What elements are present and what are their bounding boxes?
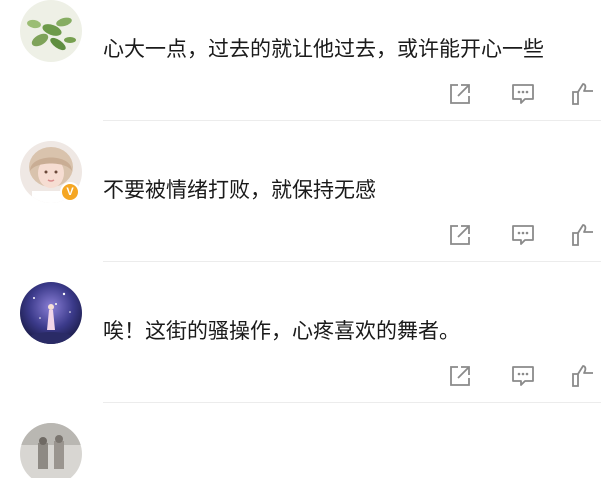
comment-actions [0, 362, 601, 390]
like-button[interactable] [569, 80, 597, 108]
avatar-photo-image [20, 423, 82, 478]
share-icon [450, 225, 470, 245]
comment-item-1: 心大一点，过去的就让他过去，或许能开心一些 [0, 0, 601, 141]
divider [103, 120, 601, 121]
comment-text: 不要被情绪打败，就保持无感 [103, 178, 376, 202]
comment-icon [512, 366, 534, 386]
comment-item-4 [0, 423, 601, 478]
thumbs-up-icon [572, 224, 593, 246]
verified-badge: V [60, 182, 80, 202]
comment-item-3: 唉！这街的骚操作，心疼喜欢的舞者。 [0, 282, 601, 423]
avatar[interactable] [20, 282, 82, 344]
divider [103, 261, 601, 262]
share-icon [450, 366, 470, 386]
reply-button[interactable] [509, 80, 537, 108]
share-icon [450, 84, 470, 104]
comment-icon [512, 84, 534, 104]
like-button[interactable] [569, 362, 597, 390]
share-button[interactable] [446, 80, 474, 108]
like-button[interactable] [569, 221, 597, 249]
divider [103, 402, 601, 403]
share-button[interactable] [446, 221, 474, 249]
comment-text: 心大一点，过去的就让他过去，或许能开心一些 [103, 37, 544, 61]
avatar-galaxy-image [20, 282, 82, 344]
comment-actions [0, 221, 601, 249]
share-button[interactable] [446, 362, 474, 390]
comment-icon [512, 225, 534, 245]
thumbs-up-icon [572, 365, 593, 387]
avatar[interactable] [20, 423, 82, 478]
reply-button[interactable] [509, 362, 537, 390]
thumbs-up-icon [572, 83, 593, 105]
reply-button[interactable] [509, 221, 537, 249]
comment-actions [0, 80, 601, 108]
avatar[interactable] [20, 0, 82, 62]
comment-item-2: V 不要被情绪打败，就保持无感 [0, 141, 601, 282]
avatar-plant-image [20, 0, 82, 62]
comment-text: 唉！这街的骚操作，心疼喜欢的舞者。 [103, 319, 460, 343]
